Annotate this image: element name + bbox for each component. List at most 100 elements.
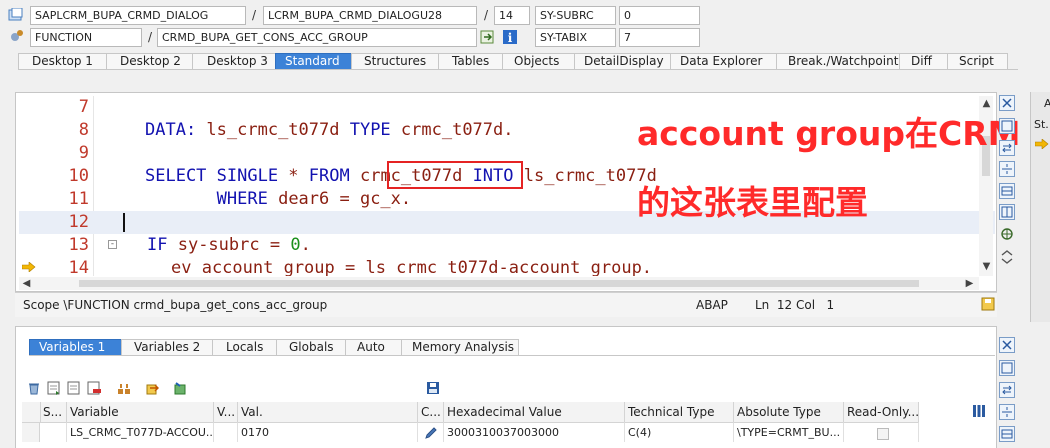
col-header-read-only[interactable]: Read-Only...	[844, 402, 919, 422]
close-variables-icon[interactable]	[999, 337, 1015, 353]
cell-change[interactable]	[418, 422, 444, 442]
export-icon[interactable]	[172, 380, 188, 396]
col-header-c[interactable]: C...	[418, 402, 444, 422]
scroll-up-icon[interactable]: ▲	[979, 96, 994, 111]
tab-memory-analysis[interactable]: Memory Analysis	[401, 339, 519, 355]
settings-arrows-icon[interactable]	[999, 249, 1015, 265]
cursor-position-text: Ln 12 Col 1	[755, 298, 835, 312]
edit-pencil-icon[interactable]	[423, 425, 439, 441]
scroll-thumb[interactable]	[79, 280, 919, 287]
col-header-absolute-type[interactable]: Absolute Type	[734, 402, 844, 422]
copy-rows-icon[interactable]	[66, 380, 82, 396]
col-header-technical-type[interactable]: Technical Type	[625, 402, 734, 422]
tab-variables-2[interactable]: Variables 2	[121, 339, 213, 355]
remove-rows-icon[interactable]	[86, 380, 102, 396]
maximize-variables-icon[interactable]	[999, 360, 1015, 376]
text-cursor	[123, 213, 125, 232]
cell-hex[interactable]: 3000310037003000	[444, 422, 625, 442]
tab-diff[interactable]: Diff	[899, 53, 948, 69]
col-header-status[interactable]: S...	[40, 402, 67, 422]
annotation-line-2: 的这张表里配置	[637, 183, 868, 222]
var1-value-field[interactable]: 0	[619, 6, 700, 25]
save-variables-icon[interactable]	[425, 380, 441, 396]
tab-objects[interactable]: Objects	[502, 53, 575, 69]
scope-text: Scope \FUNCTION crmd_bupa_get_cons_acc_g…	[23, 298, 328, 312]
col-header-variable[interactable]: Variable	[67, 402, 214, 422]
col-header-v[interactable]: V...	[214, 402, 238, 422]
line-number: 7	[78, 97, 89, 117]
cell-status	[40, 422, 67, 442]
cell-v	[214, 422, 238, 442]
program-field[interactable]: SAPLCRM_BUPA_CRMD_DIALOG	[30, 6, 246, 25]
save-icon[interactable]	[981, 297, 995, 311]
tab-structures[interactable]: Structures	[351, 53, 439, 69]
row-selector-header	[22, 402, 41, 422]
scroll-left-icon[interactable]: ◀	[19, 276, 34, 291]
code-text: IF sy-subrc = 0.	[147, 235, 311, 255]
col-header-value[interactable]: Val.	[238, 402, 418, 422]
cell-technical-type: C(4)	[625, 422, 734, 442]
tab-locals[interactable]: Locals	[212, 339, 277, 355]
layout-variables-icon[interactable]	[999, 426, 1015, 442]
cell-variable[interactable]: LS_CRMC_T077D-ACCOU...	[67, 422, 214, 442]
split-horizontal-icon[interactable]	[999, 183, 1015, 199]
var1-name-field[interactable]: SY-SUBRC	[535, 6, 616, 25]
line-number: 10	[68, 166, 89, 186]
import-icon[interactable]	[144, 380, 160, 396]
annotation-line-1: account group在CRM	[637, 114, 1021, 153]
swap-variables-icon[interactable]	[999, 382, 1015, 398]
close-panel-icon[interactable]	[999, 95, 1015, 111]
debug-tool-icon[interactable]	[999, 226, 1015, 242]
tab-tables[interactable]: Tables	[438, 53, 503, 69]
column-settings-icon[interactable]	[971, 403, 987, 419]
cell-absolute-type[interactable]: \TYPE=CRMT_BU...	[734, 422, 844, 442]
scroll-down-icon[interactable]: ▼	[979, 259, 994, 274]
tab-break-watchpoints[interactable]: Break./Watchpoints	[776, 53, 905, 69]
code-text: DATA: ls_crmc_t077d TYPE crmc_t077d.	[145, 120, 514, 140]
tab-detaildisplay[interactable]: DetailDisplay	[574, 53, 671, 69]
tab-variables-1[interactable]: Variables 1	[29, 339, 122, 355]
execution-arrow-icon	[21, 261, 36, 273]
side-arrow-icon	[1034, 138, 1049, 150]
delete-icon[interactable]	[26, 380, 42, 396]
horizontal-scrollbar[interactable]: ◀ ▶	[19, 277, 979, 290]
code-line: 13 - IF sy-subrc = 0.	[19, 234, 995, 257]
tab-desktop-3[interactable]: Desktop 3	[192, 53, 276, 69]
swap-icon[interactable]	[999, 140, 1015, 156]
event-type-field[interactable]: FUNCTION	[30, 28, 142, 47]
row-selector[interactable]	[22, 422, 40, 442]
variables-tabs: Variables 1 Variables 2 Locals Globals A…	[29, 339, 519, 355]
tab-globals[interactable]: Globals	[276, 339, 346, 355]
col-header-hex[interactable]: Hexadecimal Value	[444, 402, 625, 422]
cell-value[interactable]: 0170	[238, 422, 418, 442]
tab-data-explorer[interactable]: Data Explorer	[670, 53, 777, 69]
scroll-right-icon[interactable]: ▶	[962, 276, 977, 291]
separator: /	[252, 8, 257, 22]
var2-value-field[interactable]: 7	[619, 28, 700, 47]
fold-toggle-icon[interactable]: -	[108, 240, 117, 249]
tab-standard[interactable]: Standard	[275, 53, 352, 69]
line-number: 12	[68, 212, 89, 232]
tab-desktop-1[interactable]: Desktop 1	[18, 53, 107, 69]
split-variables-icon[interactable]	[999, 404, 1015, 420]
desktop-tabs: Desktop 1 Desktop 2 Desktop 3 Standard S…	[18, 53, 1008, 69]
editor-status-bar: Scope \FUNCTION crmd_bupa_get_cons_acc_g…	[15, 292, 997, 317]
tab-auto[interactable]: Auto	[345, 339, 402, 355]
info-icon[interactable]: i	[502, 29, 518, 45]
insert-row-icon[interactable]	[46, 380, 62, 396]
var2-name-field[interactable]: SY-TABIX	[535, 28, 616, 47]
split-vertical-icon[interactable]	[999, 161, 1015, 177]
variables-tab-rule	[29, 355, 995, 356]
tab-script[interactable]: Script	[947, 53, 1008, 69]
navigate-icon[interactable]	[480, 29, 496, 45]
line-field[interactable]: 14	[494, 6, 530, 25]
maximize-icon[interactable]	[999, 118, 1015, 134]
layout-icon[interactable]	[999, 204, 1015, 220]
include-field[interactable]: LCRM_BUPA_CRMD_DIALOGU28	[263, 6, 477, 25]
line-number: 11	[68, 189, 89, 209]
tab-bar-rule	[18, 69, 1018, 70]
event-name-field[interactable]: CRMD_BUPA_GET_CONS_ACC_GROUP	[157, 28, 477, 47]
tab-desktop-2[interactable]: Desktop 2	[106, 53, 193, 69]
cell-read-only	[844, 422, 919, 442]
hierarchy-icon[interactable]	[116, 380, 132, 396]
